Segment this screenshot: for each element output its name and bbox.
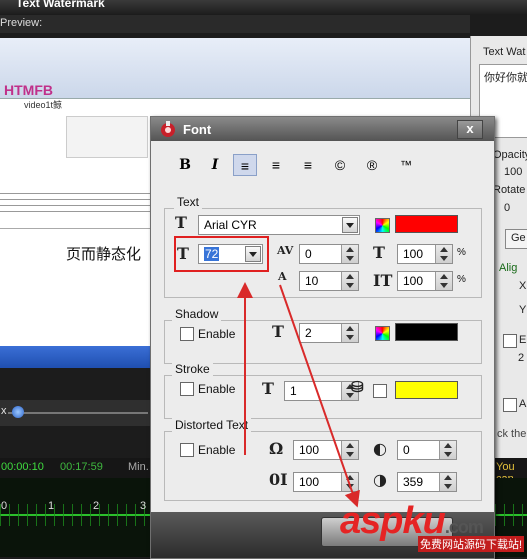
annotation-arrows bbox=[237, 282, 360, 508]
watermark-domain: .com bbox=[444, 517, 484, 537]
watermark-tagline: 免费网站源码下载站! bbox=[418, 536, 525, 552]
